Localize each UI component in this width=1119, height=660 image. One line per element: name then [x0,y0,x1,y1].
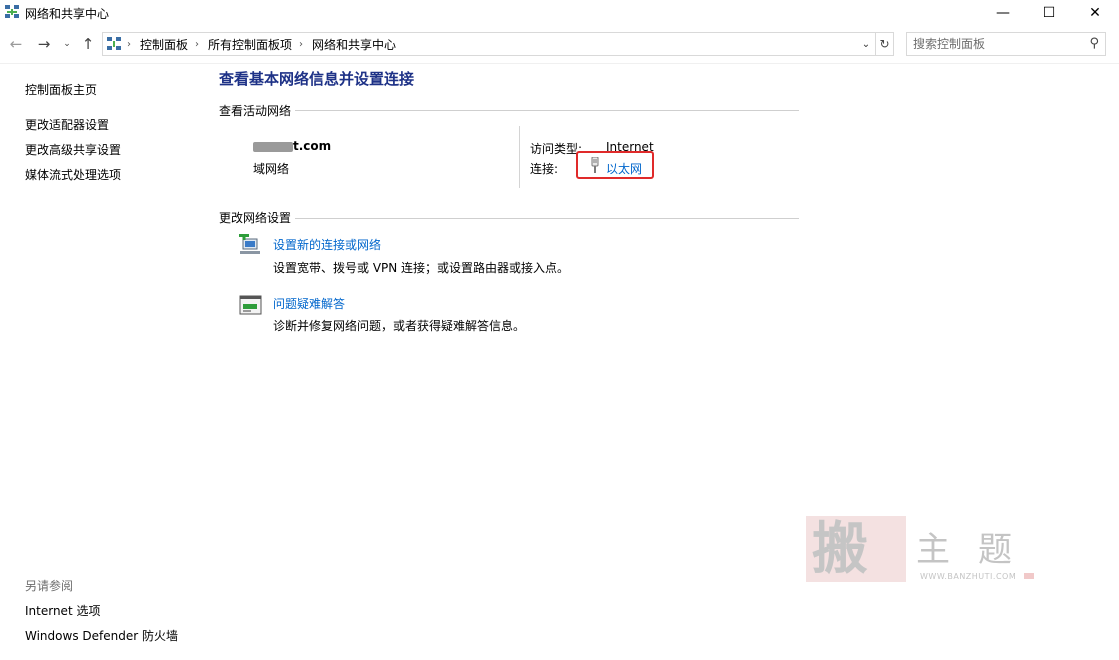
active-networks-heading: 查看活动网络 [219,104,292,118]
troubleshoot-problems-description: 诊断并修复网络问题，或者获得疑难解答信息。 [273,319,526,333]
site-watermark: 搬 主题 WWW.BANZHUTI.COM [806,516,1036,586]
address-bar-row: ← → ⌄ ↑ › 控制面板 › 所有控制面板项 › 网络和共享中心 ⌄ ↻ ⚲ [0,28,1119,60]
access-type-label: 访问类型: [530,142,583,156]
address-box[interactable]: › 控制面板 › 所有控制面板项 › 网络和共享中心 ⌄ [102,32,876,56]
section-divider [295,218,799,219]
arrow-up-icon: ↑ [81,35,95,53]
watermark-seal: 搬 [806,516,906,582]
search-box[interactable]: ⚲ [906,32,1106,56]
watermark-url: WWW.BANZHUTI.COM [920,572,1017,581]
watermark-text: 主题 [916,530,1040,570]
search-icon[interactable]: ⚲ [1089,36,1099,51]
breadcrumb: › 控制面板 › 所有控制面板项 › 网络和共享中心 [127,33,396,55]
ethernet-connection-link[interactable]: 以太网 [606,160,642,177]
chevron-right-icon[interactable]: › [195,39,199,50]
breadcrumb-control-panel[interactable]: 控制面板 [140,36,188,53]
setup-new-connection-link[interactable]: 设置新的连接或网络 [273,236,381,253]
chevron-down-icon: ⌄ [63,39,71,49]
left-navigation: 控制面板主页 更改适配器设置 更改高级共享设置 媒体流式处理选项 另请参阅 In… [0,64,200,660]
minimize-button[interactable]: — [980,0,1026,26]
window-title: 网络和共享中心 [25,7,110,21]
watermark-seal-char: 搬 [812,516,868,582]
chevron-right-icon[interactable]: › [299,39,303,50]
troubleshoot-icon [239,295,262,315]
forward-button[interactable]: → [34,34,54,54]
recent-locations-button[interactable]: ⌄ [60,34,74,54]
chevron-right-icon[interactable]: › [127,39,131,50]
network-name: t.com [253,139,331,153]
vertical-divider [519,126,520,188]
nav-control-panel-home[interactable]: 控制面板主页 [25,81,97,98]
section-divider [295,110,799,111]
page-title: 查看基本网络信息并设置连接 [219,70,415,88]
network-name-text: t.com [293,139,332,153]
new-connection-icon [239,234,260,254]
refresh-button[interactable]: ↻ [876,32,894,56]
nav-change-adapter-settings[interactable]: 更改适配器设置 [25,116,109,133]
troubleshoot-problems-link[interactable]: 问题疑难解答 [273,295,345,312]
maximize-button[interactable]: ☐ [1026,0,1072,26]
network-category: 域网络 [253,162,290,176]
control-panel-icon [107,37,121,50]
address-dropdown-button[interactable]: ⌄ [859,36,873,52]
up-button[interactable]: ↑ [78,34,98,54]
chevron-down-icon: ⌄ [861,38,871,50]
change-settings-heading: 更改网络设置 [219,211,292,225]
see-also-heading: 另请参阅 [25,579,74,593]
redacted-mask [253,141,293,152]
arrow-right-icon: → [37,35,51,53]
ethernet-icon [591,157,599,173]
setup-new-connection-description: 设置宽带、拨号或 VPN 连接；或设置路由器或接入点。 [273,261,570,275]
nav-media-streaming-options[interactable]: 媒体流式处理选项 [25,166,121,183]
watermark-mark [1024,573,1034,579]
nav-change-advanced-sharing[interactable]: 更改高级共享设置 [25,141,121,158]
back-button[interactable]: ← [6,34,26,54]
arrow-left-icon: ← [9,35,23,53]
search-input[interactable] [913,36,1073,52]
connections-label: 连接: [530,162,559,176]
title-bar: 网络和共享中心 — ☐ ✕ [0,0,1119,26]
nav-internet-options[interactable]: Internet 选项 [25,602,100,619]
nav-windows-defender-firewall[interactable]: Windows Defender 防火墙 [25,627,178,644]
breadcrumb-network-center[interactable]: 网络和共享中心 [312,36,396,53]
network-center-icon [5,5,19,18]
breadcrumb-all-items[interactable]: 所有控制面板项 [208,36,292,53]
refresh-icon: ↻ [879,37,890,51]
close-button[interactable]: ✕ [1072,0,1118,26]
